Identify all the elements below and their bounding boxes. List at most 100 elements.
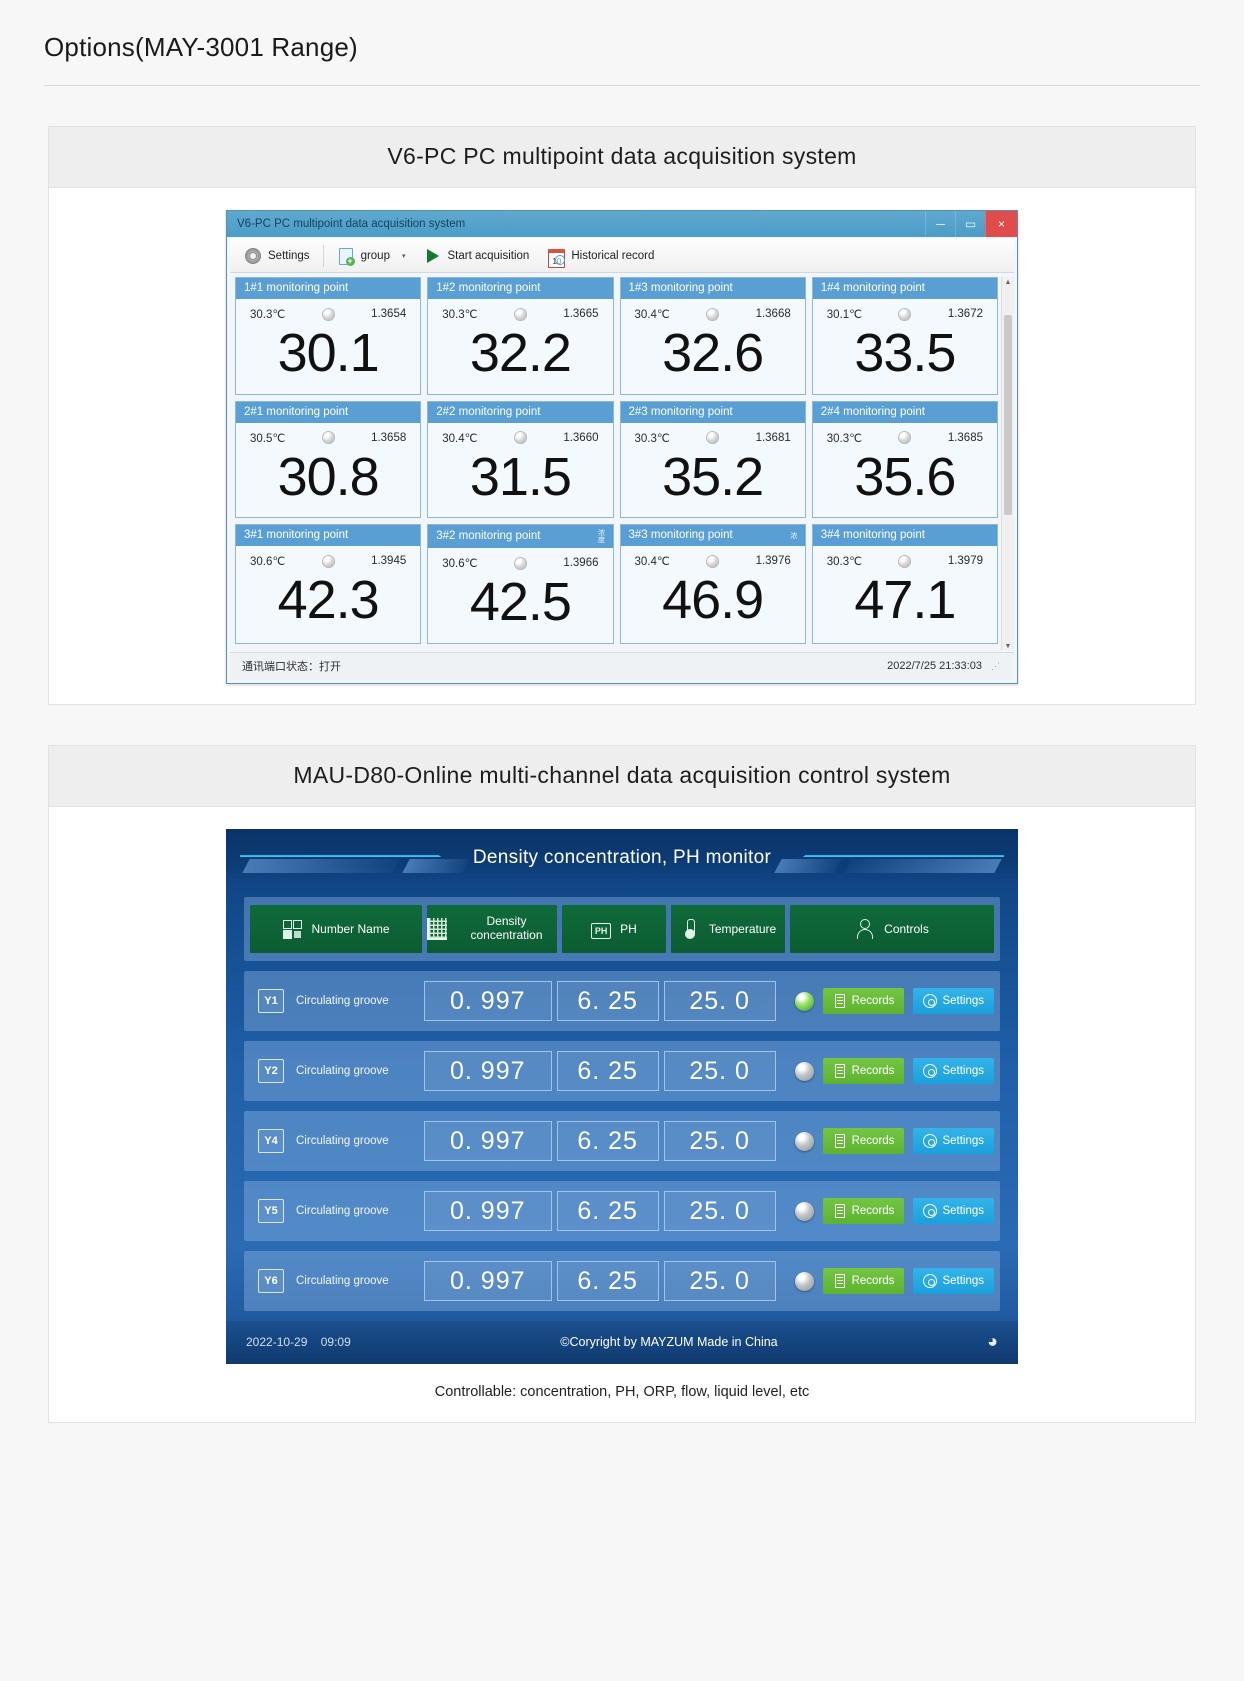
close-icon[interactable]: × <box>985 211 1017 237</box>
channel-name: Circulating groove <box>296 995 389 1008</box>
density-value[interactable]: 0. 997 <box>423 981 552 1022</box>
card-body-v6pc: V6-PC PC multipoint data acquisition sys… <box>49 188 1195 705</box>
column-header-temperature: Temperature <box>671 905 785 954</box>
column-header-controls: Controls <box>790 905 994 954</box>
refractive-index-value: 1.3685 <box>947 431 983 444</box>
status-led-icon <box>706 307 720 321</box>
hmi-footer: 2022-10-29 09:09 ©Coryright by MAYZUM Ma… <box>226 1321 1018 1365</box>
monitoring-point-card[interactable]: 2#2 monitoring point 30.4℃ 1.3660 31.5 <box>427 400 614 519</box>
monitoring-row: 3#1 monitoring point 30.6℃ 1.3945 42.3 3… <box>235 524 998 645</box>
monitoring-point-sub: 30.3℃ 1.3665 <box>428 299 612 323</box>
status-led-icon <box>321 307 335 321</box>
settings-button[interactable]: Settings <box>913 1058 994 1085</box>
monitoring-point-sub: 30.4℃ 1.3660 <box>428 423 612 447</box>
channel-chip[interactable]: Y5 <box>258 1199 284 1224</box>
primary-reading: 33.5 <box>854 323 956 383</box>
records-button[interactable]: Records <box>822 1058 905 1085</box>
monitoring-point-title: 2#2 monitoring point <box>436 405 541 418</box>
start-acquisition-label: Start acquisition <box>447 249 530 262</box>
monitoring-point-card[interactable]: 3#4 monitoring point 30.3℃ 1.3979 47.1 <box>811 524 998 645</box>
monitoring-point-sub: 30.6℃ 1.3945 <box>236 546 420 570</box>
channel-chip[interactable]: Y6 <box>258 1269 284 1294</box>
monitoring-point-card[interactable]: 3#2 monitoring point 浓度 30.6℃ 1.3966 42.… <box>427 524 614 645</box>
monitoring-grid-wrap: 1#1 monitoring point 30.3℃ 1.3654 30.1 1… <box>230 277 1014 651</box>
group-button[interactable]: group <box>329 242 398 270</box>
column-header-label: Controls <box>884 922 929 937</box>
settings-button[interactable]: Settings <box>913 1268 994 1295</box>
records-button[interactable]: Records <box>822 1268 905 1295</box>
ph-value[interactable]: 6. 25 <box>556 1261 659 1302</box>
scrollbar-thumb[interactable] <box>1004 314 1012 515</box>
refractive-index-value: 1.3966 <box>563 557 599 570</box>
controls-icon <box>855 918 875 940</box>
monitoring-point-title: 1#4 monitoring point <box>820 282 925 294</box>
channel-row: Y2 Circulating groove 0. 997 6. 25 25. 0… <box>244 1041 1000 1102</box>
status-led-icon <box>898 431 912 445</box>
scroll-up-icon[interactable]: ▲ <box>1005 279 1012 286</box>
ph-value[interactable]: 6. 25 <box>556 981 659 1022</box>
refractive-index-value: 1.3976 <box>755 555 791 568</box>
monitoring-point-card[interactable]: 1#1 monitoring point 30.3℃ 1.3654 30.1 <box>235 277 422 395</box>
channel-row: Y5 Circulating groove 0. 997 6. 25 25. 0… <box>244 1181 1000 1242</box>
page-title: Options(MAY-3001 Range) <box>44 32 358 62</box>
minimize-icon[interactable]: ─ <box>925 211 955 237</box>
records-button[interactable]: Records <box>822 1198 905 1225</box>
monitoring-point-card[interactable]: 2#1 monitoring point 30.5℃ 1.3658 30.8 <box>235 400 422 519</box>
density-value[interactable]: 0. 997 <box>423 1051 552 1092</box>
density-value[interactable]: 0. 997 <box>423 1261 552 1302</box>
scrollbar-track[interactable] <box>1002 286 1014 643</box>
monitoring-point-title: 3#1 monitoring point <box>244 529 349 542</box>
channel-chip[interactable]: Y1 <box>258 989 284 1014</box>
settings-button[interactable]: Settings <box>236 242 318 270</box>
records-button[interactable]: Records <box>822 988 905 1015</box>
chevron-down-icon[interactable]: ▾ <box>402 252 406 260</box>
refractive-index-value: 1.3681 <box>755 431 791 444</box>
records-button[interactable]: Records <box>822 1128 905 1155</box>
channel-chip[interactable]: Y4 <box>258 1129 284 1154</box>
temperature-value[interactable]: 25. 0 <box>663 1191 776 1232</box>
temperature-value[interactable]: 25. 0 <box>663 1121 776 1162</box>
channel-controls: Records Settings <box>781 1198 994 1225</box>
temperature-value: 30.4℃ <box>634 556 670 569</box>
density-icon <box>427 918 447 941</box>
monitoring-point-card[interactable]: 1#3 monitoring point 30.4℃ 1.3668 32.6 <box>619 277 806 395</box>
product-card-maud80: MAU-D80-Online multi-channel data acquis… <box>48 745 1196 1424</box>
monitoring-point-card[interactable]: 2#4 monitoring point 30.3℃ 1.3685 35.6 <box>811 400 998 519</box>
scroll-down-icon[interactable]: ▼ <box>1005 643 1012 650</box>
monitoring-point-header: 2#3 monitoring point <box>620 401 805 423</box>
start-acquisition-button[interactable]: Start acquisition <box>416 242 538 270</box>
monitoring-point-card[interactable]: 1#4 monitoring point 30.1℃ 1.3672 33.5 <box>811 277 998 395</box>
settings-button[interactable]: Settings <box>913 988 994 1015</box>
document-icon <box>833 1064 847 1079</box>
temperature-value[interactable]: 25. 0 <box>663 981 776 1022</box>
monitoring-point-card[interactable]: 2#3 monitoring point 30.3℃ 1.3681 35.2 <box>619 400 806 519</box>
settings-button[interactable]: Settings <box>913 1198 994 1225</box>
density-value[interactable]: 0. 997 <box>423 1121 552 1162</box>
settings-button[interactable]: Settings <box>913 1128 994 1155</box>
monitoring-point-header: 3#1 monitoring point <box>236 525 421 547</box>
monitoring-point-header: 1#4 monitoring point <box>812 278 997 299</box>
card-title-v6pc: V6-PC PC multipoint data acquisition sys… <box>49 127 1195 188</box>
monitoring-point-card[interactable]: 3#1 monitoring point 30.6℃ 1.3945 42.3 <box>235 524 422 645</box>
resize-grip-icon[interactable]: ⋰ <box>991 661 1000 671</box>
monitoring-point-card[interactable]: 3#3 monitoring point 浓 30.4℃ 1.3976 46.9 <box>619 524 806 645</box>
temperature-value[interactable]: 25. 0 <box>663 1261 776 1302</box>
channel-chip[interactable]: Y2 <box>258 1059 284 1084</box>
ph-value[interactable]: 6. 25 <box>556 1191 659 1232</box>
vertical-scrollbar[interactable]: ▲ ▼ <box>1001 277 1014 651</box>
maximize-icon[interactable]: ▭ <box>955 211 985 237</box>
ph-value[interactable]: 6. 25 <box>556 1121 659 1162</box>
density-value[interactable]: 0. 997 <box>423 1191 552 1232</box>
monitoring-point-card[interactable]: 1#2 monitoring point 30.3℃ 1.3665 32.2 <box>427 277 614 395</box>
gear-icon <box>923 994 938 1009</box>
ph-value[interactable]: 6. 25 <box>556 1051 659 1092</box>
temperature-value: 30.6℃ <box>250 556 286 569</box>
channel-tag-group: Y1 Circulating groove <box>250 989 419 1014</box>
primary-reading: 35.2 <box>662 446 764 507</box>
monitoring-point-sub: 30.3℃ 1.3654 <box>236 299 420 323</box>
gear-icon <box>923 1204 938 1219</box>
channel-controls: Records Settings <box>781 1058 994 1085</box>
temperature-value[interactable]: 25. 0 <box>663 1051 776 1092</box>
temperature-value: 30.4℃ <box>442 432 478 445</box>
historical-record-button[interactable]: Historical record <box>539 242 662 270</box>
